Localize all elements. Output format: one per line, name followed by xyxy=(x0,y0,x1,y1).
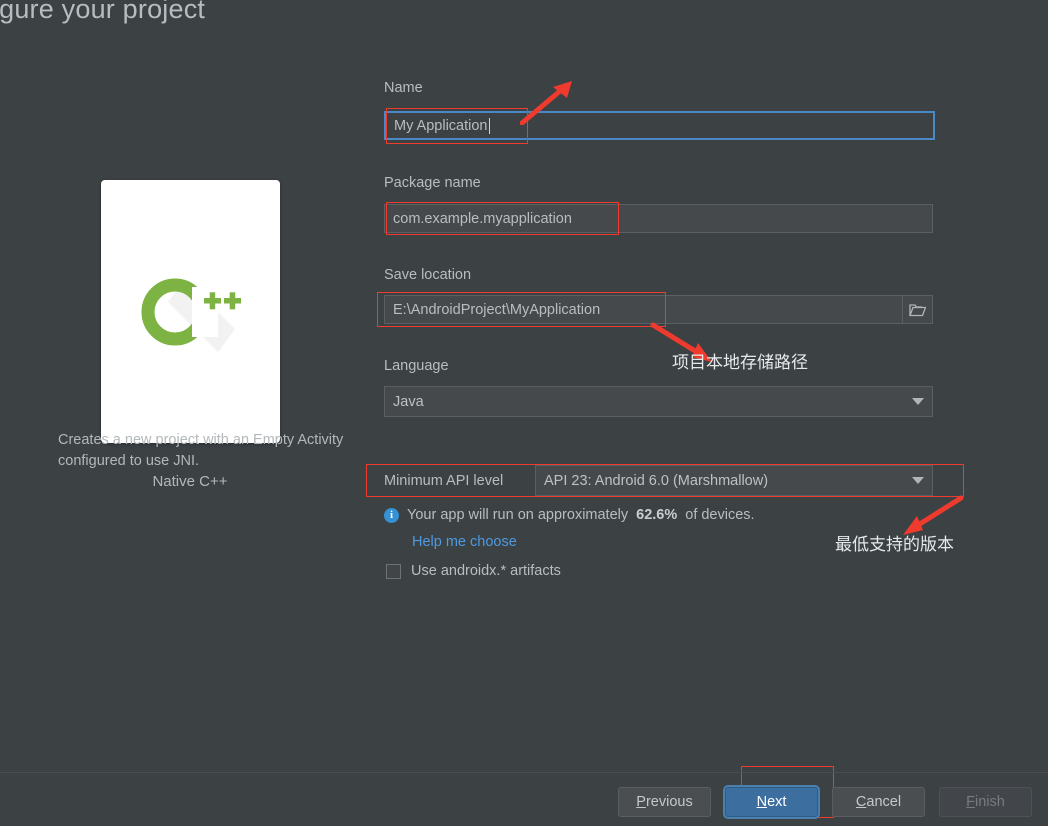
text-caret xyxy=(488,117,490,134)
finish-button-mnemonic: F xyxy=(966,794,976,810)
language-select[interactable]: Java xyxy=(384,386,933,417)
cancel-button-label: ancel xyxy=(866,794,902,810)
annotation-text-save-location: 项目本地存储路径 xyxy=(672,353,808,373)
finish-button: Finish xyxy=(939,787,1032,817)
language-label: Language xyxy=(384,358,449,374)
info-icon: i xyxy=(384,507,399,523)
folder-icon xyxy=(909,303,926,316)
cpp-logo-icon xyxy=(141,278,241,352)
annotation-text-minimum-api: 最低支持的版本 xyxy=(835,535,954,555)
help-me-choose-link[interactable]: Help me choose xyxy=(412,534,517,550)
package-name-input[interactable]: com.example.myapplication xyxy=(384,204,933,233)
package-name-label: Package name xyxy=(384,175,481,191)
previous-button-mnemonic: P xyxy=(636,794,646,810)
language-value: Java xyxy=(393,393,424,410)
minimum-api-level-label: Minimum API level xyxy=(384,473,504,489)
template-name-label: Native C++ xyxy=(152,473,228,490)
page-title: nfigure your project xyxy=(0,0,206,24)
chevron-down-icon xyxy=(912,398,924,405)
package-name-value: com.example.myapplication xyxy=(393,210,572,227)
use-androidx-checkbox[interactable] xyxy=(386,563,401,579)
browse-folder-button[interactable] xyxy=(903,295,933,324)
save-location-label: Save location xyxy=(384,267,472,283)
name-input-value: My Application xyxy=(394,117,488,134)
name-label: Name xyxy=(384,80,423,96)
use-androidx-row[interactable]: Use androidx.* artifacts xyxy=(386,563,561,579)
template-description: Creates a new project with an Empty Acti… xyxy=(58,432,344,469)
previous-button[interactable]: Previous xyxy=(618,787,711,817)
template-thumbnail-card xyxy=(100,180,280,443)
minimum-api-level-value: API 23: Android 6.0 (Marshmallow) xyxy=(544,472,769,489)
next-button[interactable]: Next xyxy=(725,787,818,817)
api-info-prefix: Your app will run on approximately xyxy=(407,507,629,523)
dialog-button-bar: Previous Next Cancel Finish xyxy=(618,787,1032,817)
save-location-input[interactable]: E:\AndroidProject\MyApplication xyxy=(384,295,903,324)
previous-button-label: revious xyxy=(645,794,693,810)
finish-button-label: inish xyxy=(975,794,1005,810)
save-location-value: E:\AndroidProject\MyApplication xyxy=(393,301,601,318)
name-input[interactable]: My Application xyxy=(384,111,935,140)
next-button-label: ext xyxy=(767,794,787,810)
cancel-button-mnemonic: C xyxy=(855,794,867,810)
minimum-api-level-select[interactable]: API 23: Android 6.0 (Marshmallow) xyxy=(535,465,933,496)
next-button-mnemonic: N xyxy=(756,794,768,810)
api-coverage-info: i Your app will run on approximately 62.… xyxy=(384,507,755,523)
footer-separator xyxy=(0,772,1048,773)
cancel-button[interactable]: Cancel xyxy=(832,787,925,817)
use-androidx-label: Use androidx.* artifacts xyxy=(411,563,561,579)
api-coverage-percent: 62.6% xyxy=(636,507,678,523)
chevron-down-icon xyxy=(912,477,924,484)
api-info-suffix: of devices. xyxy=(685,507,755,523)
